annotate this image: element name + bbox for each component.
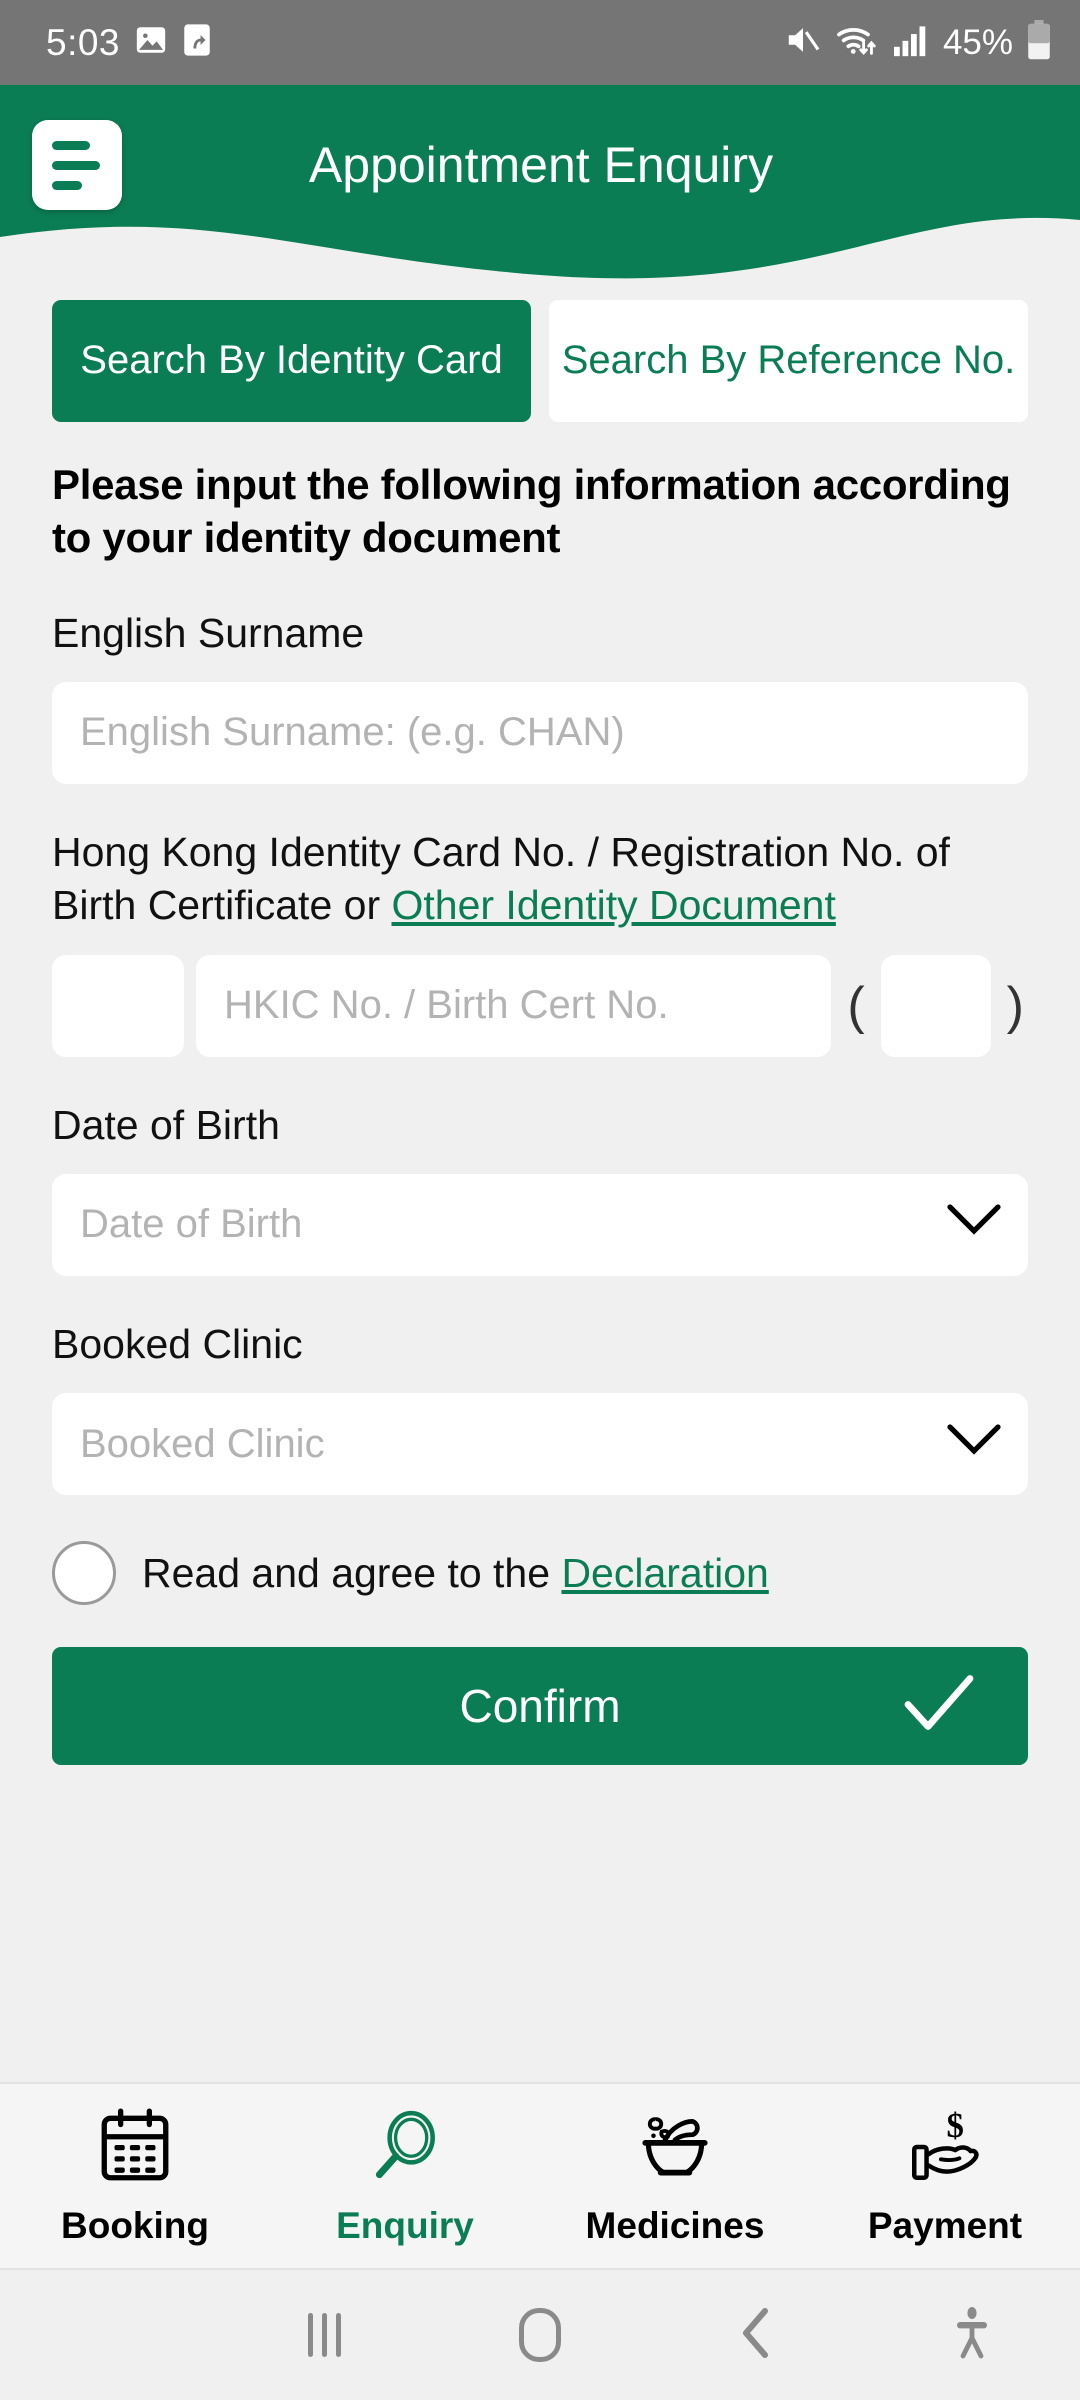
hkic-input-row: HKIC No. / Birth Cert No. ( ) bbox=[52, 954, 1028, 1057]
hamburger-menu-icon[interactable] bbox=[32, 120, 122, 210]
status-bar: 5:03 45% bbox=[0, 0, 1080, 85]
chevron-down-icon bbox=[946, 1202, 1002, 1247]
declaration-link[interactable]: Declaration bbox=[561, 1550, 768, 1596]
bottom-nav-label-payment: Payment bbox=[867, 2204, 1023, 2246]
mute-icon bbox=[784, 21, 822, 64]
menu-line-1 bbox=[52, 140, 90, 150]
status-bar-right: 45% bbox=[784, 20, 1052, 65]
surname-placeholder: English Surname: (e.g. CHAN) bbox=[80, 710, 625, 755]
home-icon bbox=[519, 2308, 561, 2362]
hand-dollar-icon: $ bbox=[904, 2105, 986, 2193]
bottom-nav-label-medicines: Medicines bbox=[585, 2204, 765, 2246]
clinic-label: Booked Clinic bbox=[52, 1320, 303, 1367]
dob-placeholder: Date of Birth bbox=[80, 1202, 303, 1247]
signal-icon bbox=[892, 23, 930, 62]
declaration-checkbox[interactable] bbox=[52, 1541, 116, 1606]
android-navigation-bar bbox=[0, 2270, 1080, 2400]
paren-open: ( bbox=[847, 976, 865, 1035]
bottom-nav-item-enquiry[interactable]: Enquiry bbox=[270, 2084, 540, 2268]
chevron-down-icon bbox=[946, 1422, 1002, 1467]
hkic-number-input[interactable]: HKIC No. / Birth Cert No. bbox=[196, 954, 832, 1057]
mortar-pestle-icon bbox=[634, 2106, 716, 2193]
back-icon bbox=[739, 2307, 773, 2364]
declaration-row: Read and agree to the Declaration bbox=[52, 1541, 1028, 1606]
recents-bar-2 bbox=[321, 2313, 327, 2357]
hkic-check-digit-input[interactable] bbox=[880, 954, 991, 1057]
confirm-label: Confirm bbox=[459, 1680, 621, 1733]
accessibility-icon bbox=[952, 2306, 992, 2365]
surname-input[interactable]: English Surname: (e.g. CHAN) bbox=[52, 681, 1028, 784]
clinic-placeholder: Booked Clinic bbox=[80, 1421, 325, 1466]
bottom-nav-item-payment[interactable]: $ Payment bbox=[810, 2084, 1080, 2268]
dob-label: Date of Birth bbox=[52, 1101, 280, 1148]
tab-search-by-reference-no[interactable]: Search By Reference No. bbox=[549, 300, 1028, 422]
declaration-prefix: Read and agree to the bbox=[142, 1549, 562, 1596]
clinic-select[interactable]: Booked Clinic bbox=[52, 1393, 1028, 1496]
search-mode-tabs: Search By Identity Card Search By Refere… bbox=[52, 300, 1028, 422]
bottom-nav-label-booking: Booking bbox=[61, 2204, 209, 2246]
magnifier-icon bbox=[364, 2106, 446, 2193]
hkic-placeholder: HKIC No. / Birth Cert No. bbox=[224, 983, 669, 1028]
tab-search-by-identity-card[interactable]: Search By Identity Card bbox=[52, 300, 531, 422]
hkic-label: Hong Kong Identity Card No. / Registrati… bbox=[52, 826, 1028, 933]
other-identity-document-link[interactable]: Other Identity Document bbox=[392, 882, 836, 928]
calendar-icon bbox=[94, 2106, 176, 2193]
wifi-icon bbox=[835, 21, 879, 64]
bottom-nav-item-medicines[interactable]: Medicines bbox=[540, 2084, 810, 2268]
status-bar-left: 5:03 bbox=[46, 22, 212, 64]
menu-line-3 bbox=[52, 180, 82, 190]
battery-percent: 45% bbox=[942, 22, 1013, 62]
main-content: Search By Identity Card Search By Refere… bbox=[0, 300, 1080, 1766]
confirm-button[interactable]: Confirm bbox=[52, 1647, 1028, 1766]
header-row: Appointment Enquiry bbox=[0, 85, 1080, 245]
surname-label: English Surname bbox=[52, 609, 365, 656]
recents-bar-1 bbox=[307, 2313, 313, 2357]
status-time: 5:03 bbox=[46, 21, 121, 63]
share-icon bbox=[182, 23, 212, 62]
accessibility-button[interactable] bbox=[864, 2306, 1080, 2365]
bottom-nav-item-booking[interactable]: Booking bbox=[0, 2084, 270, 2268]
dob-select[interactable]: Date of Birth bbox=[52, 1173, 1028, 1276]
hkic-prefix-input[interactable] bbox=[52, 954, 184, 1057]
bottom-nav-label-enquiry: Enquiry bbox=[336, 2204, 474, 2246]
bottom-navigation: Booking Enquiry Medicines $ Payment bbox=[0, 2082, 1080, 2270]
recents-button[interactable] bbox=[216, 2313, 432, 2357]
back-button[interactable] bbox=[648, 2307, 864, 2364]
instruction-text: Please input the following information a… bbox=[52, 461, 1011, 562]
home-button[interactable] bbox=[432, 2308, 648, 2362]
paren-close: ) bbox=[1006, 976, 1024, 1035]
battery-icon bbox=[1026, 20, 1052, 65]
recents-icon bbox=[307, 2313, 341, 2357]
menu-line-2 bbox=[52, 160, 100, 170]
recents-bar-3 bbox=[335, 2313, 341, 2357]
check-icon bbox=[902, 1673, 976, 1740]
svg-text:$: $ bbox=[947, 2106, 964, 2145]
page-title: Appointment Enquiry bbox=[308, 137, 774, 193]
app-header: Appointment Enquiry bbox=[0, 85, 1080, 300]
declaration-text: Read and agree to the Declaration bbox=[142, 1550, 769, 1597]
image-icon bbox=[134, 23, 168, 62]
